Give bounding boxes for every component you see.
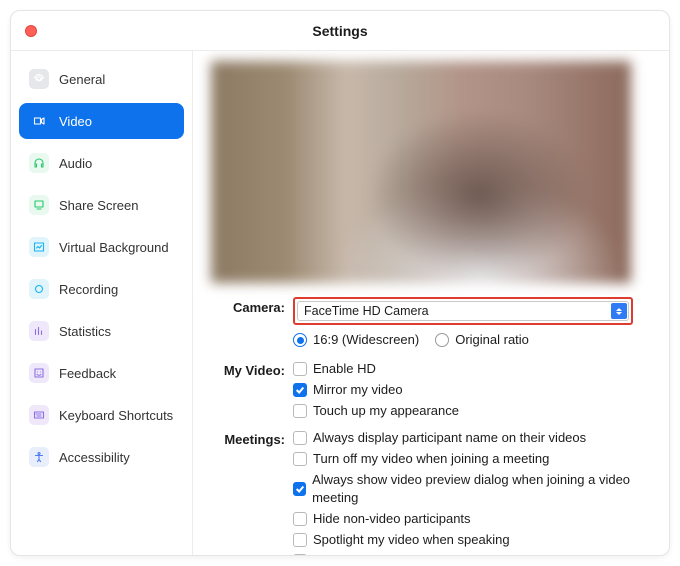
sidebar-item-label: Feedback [59, 366, 116, 381]
camera-select[interactable]: FaceTime HD Camera [297, 301, 629, 321]
checkbox-icon [293, 482, 306, 496]
checkbox-label: Enable HD [313, 360, 376, 378]
sidebar-item-label: Virtual Background [59, 240, 169, 255]
checkbox-spotlight-my-video-when-speaking[interactable]: Spotlight my video when speaking [293, 531, 651, 549]
checkbox-label: Touch up my appearance [313, 402, 459, 420]
sidebar-item-share-screen[interactable]: Share Screen [19, 187, 184, 223]
radio-label: 16:9 (Widescreen) [313, 331, 419, 349]
radio-icon [293, 333, 307, 347]
checkbox-icon [293, 512, 307, 526]
record-icon [29, 279, 49, 299]
checkbox-always-display-participant-name-on-their[interactable]: Always display participant name on their… [293, 429, 651, 447]
video-icon [29, 111, 49, 131]
radio-16-9-widescreen-[interactable]: 16:9 (Widescreen) [293, 331, 419, 349]
checkbox-label: Hide non-video participants [313, 510, 471, 528]
titlebar: Settings [11, 11, 669, 51]
sidebar-item-label: Share Screen [59, 198, 139, 213]
page-title: Settings [11, 23, 669, 39]
camera-preview [211, 61, 631, 283]
settings-form: Camera: FaceTime HD Camera 16:9 (Widescr… [211, 297, 651, 555]
sidebar-item-feedback[interactable]: Feedback [19, 355, 184, 391]
checkbox-label: Spotlight my video when speaking [313, 531, 510, 549]
checkbox-label: Display up to 49 participants per screen… [313, 552, 631, 555]
checkbox-icon [293, 362, 307, 376]
sidebar-item-virtual-background[interactable]: Virtual Background [19, 229, 184, 265]
checkbox-label: Always display participant name on their… [313, 429, 586, 447]
window-controls [25, 25, 37, 37]
checkbox-icon [293, 383, 307, 397]
camera-select-value: FaceTime HD Camera [304, 304, 429, 318]
checkbox-icon [293, 554, 307, 555]
checkbox-mirror-my-video[interactable]: Mirror my video [293, 381, 651, 399]
checkbox-icon [293, 452, 307, 466]
sidebar: General Video Audio Share Screen Virtual Bac… [11, 51, 193, 555]
radio-label: Original ratio [455, 331, 529, 349]
camera-select-highlight: FaceTime HD Camera [293, 297, 633, 325]
sidebar-item-label: Accessibility [59, 450, 130, 465]
sidebar-item-label: Recording [59, 282, 118, 297]
checkbox-always-show-video-preview-dialog-when-jo[interactable]: Always show video preview dialog when jo… [293, 471, 651, 507]
image-icon [29, 237, 49, 257]
checkbox-label: Always show video preview dialog when jo… [312, 471, 651, 507]
settings-window: Settings General Video Audio Share Screen Vi… [10, 10, 670, 556]
sidebar-item-accessibility[interactable]: Accessibility [19, 439, 184, 475]
checkbox-hide-non-video-participants[interactable]: Hide non-video participants [293, 510, 651, 528]
checkbox-enable-hd[interactable]: Enable HD [293, 360, 651, 378]
access-icon [29, 447, 49, 467]
checkbox-label: Mirror my video [313, 381, 403, 399]
checkbox-display-up-to-49-participants-per-screen[interactable]: Display up to 49 participants per screen… [293, 552, 651, 555]
radio-icon [435, 333, 449, 347]
close-icon[interactable] [25, 25, 37, 37]
checkbox-turn-off-my-video-when-joining-a-meeting[interactable]: Turn off my video when joining a meeting [293, 450, 651, 468]
share-icon [29, 195, 49, 215]
main-panel: Camera: FaceTime HD Camera 16:9 (Widescr… [193, 51, 669, 555]
checkbox-icon [293, 431, 307, 445]
camera-label: Camera: [211, 297, 293, 315]
sidebar-item-recording[interactable]: Recording [19, 271, 184, 307]
keyboard-icon [29, 405, 49, 425]
headphones-icon [29, 153, 49, 173]
sidebar-item-label: Video [59, 114, 92, 129]
sidebar-item-label: Audio [59, 156, 92, 171]
sidebar-item-video[interactable]: Video [19, 103, 184, 139]
checkbox-label: Turn off my video when joining a meeting [313, 450, 549, 468]
meetings-label: Meetings: [211, 429, 293, 447]
sidebar-item-general[interactable]: General [19, 61, 184, 97]
myvideo-label: My Video: [211, 360, 293, 378]
sidebar-item-statistics[interactable]: Statistics [19, 313, 184, 349]
sidebar-item-audio[interactable]: Audio [19, 145, 184, 181]
sidebar-item-label: Keyboard Shortcuts [59, 408, 173, 423]
gear-icon [29, 69, 49, 89]
sidebar-item-keyboard-shortcuts[interactable]: Keyboard Shortcuts [19, 397, 184, 433]
sidebar-item-label: Statistics [59, 324, 111, 339]
checkbox-touch-up-my-appearance[interactable]: Touch up my appearance [293, 402, 651, 420]
chart-icon [29, 321, 49, 341]
smile-icon [29, 363, 49, 383]
sidebar-item-label: General [59, 72, 105, 87]
checkbox-icon [293, 404, 307, 418]
chevron-updown-icon [611, 303, 627, 319]
checkbox-icon [293, 533, 307, 547]
radio-original-ratio[interactable]: Original ratio [435, 331, 529, 349]
